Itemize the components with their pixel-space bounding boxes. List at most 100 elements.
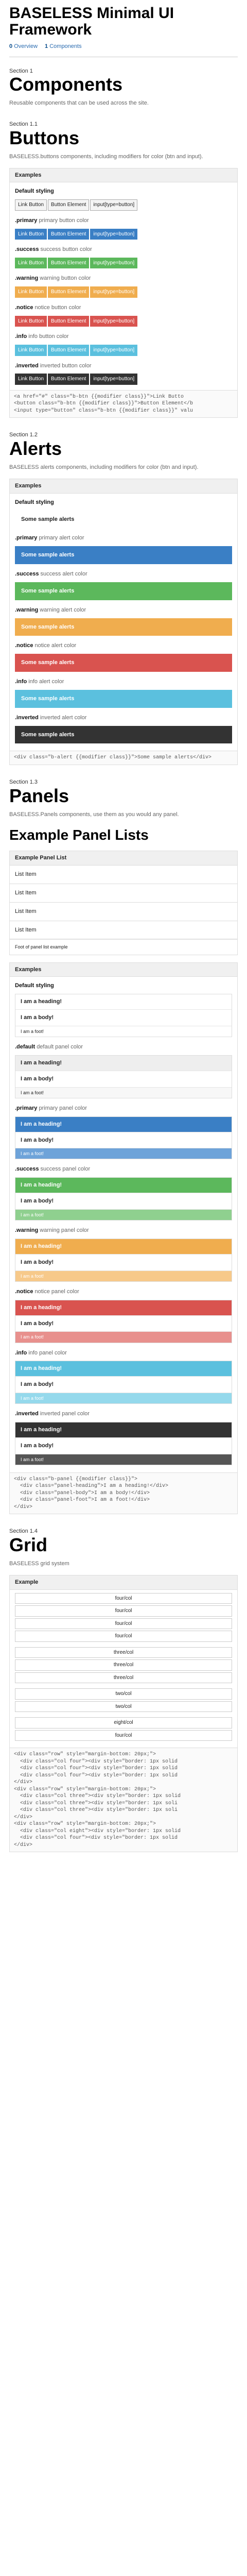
grid-cell: three/col (15, 1672, 232, 1684)
site-title: BASELESS Minimal UI Framework (9, 5, 174, 39)
example-body: Default styling Link Button Button Elemen… (10, 182, 237, 389)
button-element[interactable]: Button Element (48, 374, 90, 385)
panel-heading: I am a heading! (15, 1178, 232, 1193)
nav-item-1[interactable]: 1 Components (45, 43, 82, 49)
panel-variant: .notice notice panel color I am a heading… (15, 1288, 232, 1343)
grid-cell: four/col (15, 1631, 232, 1642)
panel-heading: I am a heading! (15, 1239, 232, 1254)
variant-heading: .notice notice button color (15, 304, 232, 312)
variant-desc: info panel color (28, 1349, 67, 1356)
link-button[interactable]: Link Button (15, 345, 47, 356)
link-button[interactable]: Link Button (15, 257, 47, 269)
link-button[interactable]: Link Button (15, 228, 47, 240)
variant-heading: .warning warning button color (15, 275, 232, 282)
panel-box: I am a heading! I am a body! I am a foot! (15, 1422, 232, 1465)
example-header: Example (10, 1575, 237, 1590)
variant-heading: .warning warning panel color (15, 1227, 232, 1234)
alert-variant: .primary primary alert color Some sample … (15, 534, 232, 565)
input-button[interactable]: input[type=button] (90, 257, 138, 269)
panel-foot: I am a foot! (15, 1453, 232, 1465)
button-element[interactable]: Button Element (48, 257, 90, 269)
code-line: <div class="panel-foot">I am a foot!</di… (14, 1497, 150, 1503)
buttons-example: Examples Default styling Link Button Butt… (9, 167, 238, 418)
variant-desc: warning alert color (40, 606, 86, 613)
code-line: <a href="#" class="b-btn {{modifier clas… (14, 394, 184, 400)
variant-heading: .inverted inverted panel color (15, 1410, 232, 1418)
panel-heading: I am a heading! (15, 1055, 232, 1071)
panel-body: I am a body! (15, 1131, 232, 1148)
code-line: </div> (14, 1780, 33, 1786)
variant-heading: .info info button color (15, 333, 232, 341)
variant-desc: success panel color (40, 1166, 91, 1173)
example-body: Default styling I am a heading! I am a bo… (10, 977, 237, 1472)
grid-example: Example four/col four/col four/col four/col… (9, 1574, 238, 1853)
button-variant: .inverted inverted button color Link Butt… (15, 362, 232, 385)
input-button[interactable]: input[type=button] (90, 315, 138, 327)
button-variant: Default styling Link Button Button Elemen… (15, 188, 232, 211)
code-line: <div class="col four"><div style="border… (14, 1772, 178, 1778)
alert-box: Some sample alerts (15, 689, 232, 708)
variant-desc: notice button color (34, 304, 81, 311)
input-button[interactable]: input[type=button] (90, 374, 138, 385)
button-variant: .notice notice button color Link Button Bu… (15, 304, 232, 327)
code-line: <button class="b-btn {{modifier class}}"… (14, 401, 193, 407)
panel-variant: .default default panel color I am a headi… (15, 1043, 232, 1098)
panel-body: I am a body! (15, 1376, 232, 1393)
input-button[interactable]: input[type=button] (90, 228, 138, 240)
code-line: <div class="col eight"><div style="borde… (14, 1828, 181, 1834)
panels-example: Examples Default styling I am a heading!… (9, 962, 238, 1515)
variant-name: .inverted (15, 362, 39, 369)
panel-list-item: List Item (10, 866, 237, 884)
variant-name: .notice (15, 642, 33, 649)
panel-variant: .info info panel color I am a heading! I a… (15, 1349, 232, 1404)
input-button[interactable]: input[type=button] (90, 345, 138, 356)
variant-name: .primary (15, 1105, 38, 1111)
link-button[interactable]: Link Button (15, 315, 47, 327)
grid-title: Grid (9, 1534, 48, 1556)
variant-name: Default styling (15, 982, 54, 989)
nav-label: Components (49, 43, 82, 49)
panel-body: I am a body! (15, 1253, 232, 1270)
input-button[interactable]: input[type=button] (90, 286, 138, 298)
variant-heading: .info info panel color (15, 1349, 232, 1357)
link-button[interactable]: Link Button (15, 374, 47, 385)
alert-box: Some sample alerts (15, 654, 232, 672)
variant-name: .info (15, 1349, 27, 1356)
variant-name: .success (15, 246, 39, 253)
variant-desc: success alert color (40, 571, 87, 578)
panel-variant: .primary primary panel color I am a headi… (15, 1105, 232, 1160)
variant-name: .primary (15, 535, 38, 541)
button-element[interactable]: Button Element (48, 199, 90, 211)
variant-heading: Default styling (15, 982, 232, 990)
button-variant: .info info button color Link Button Button… (15, 333, 232, 356)
panel-foot: I am a foot! (15, 1026, 232, 1037)
panel-variant: .warning warning panel color I am a headi… (15, 1227, 232, 1282)
button-element[interactable]: Button Element (48, 228, 90, 240)
panel-heading: I am a heading! (15, 1361, 232, 1377)
code-line: <div class="col four"><div style="border… (14, 1758, 178, 1765)
panel-variant: Default styling I am a heading! I am a bo… (15, 982, 232, 1038)
alert-variant: .success success alert color Some sample … (15, 570, 232, 600)
button-element[interactable]: Button Element (48, 315, 90, 327)
link-button[interactable]: Link Button (15, 286, 47, 298)
variant-desc: notice alert color (34, 642, 77, 649)
variant-heading: .primary primary alert color (15, 534, 232, 542)
panels-title: Panels (9, 785, 69, 806)
panel-body: I am a body! (15, 1193, 232, 1209)
nav-item-0[interactable]: 0 Overview (9, 43, 38, 49)
variant-heading: .inverted inverted alert color (15, 714, 232, 722)
panel-foot: I am a foot! (15, 1209, 232, 1221)
code-line: <div class="row" style="margin-bottom: 2… (14, 1821, 156, 1827)
variant-name: .warning (15, 275, 39, 282)
input-button[interactable]: input[type=button] (90, 199, 138, 211)
alert-box: Some sample alerts (15, 546, 232, 565)
panel-box: I am a heading! I am a body! I am a foot! (15, 1361, 232, 1404)
example-header: Examples (10, 168, 237, 183)
panel-heading: I am a heading! (15, 1116, 232, 1132)
link-button[interactable]: Link Button (15, 199, 47, 211)
panel-list-example: Example Panel List List Item List Item Lis… (9, 851, 238, 955)
panel-list-footer: Foot of panel list example (10, 939, 237, 954)
button-element[interactable]: Button Element (48, 345, 90, 356)
code-line: <div class="col three"><div style="borde… (14, 1807, 178, 1814)
button-element[interactable]: Button Element (48, 286, 90, 298)
